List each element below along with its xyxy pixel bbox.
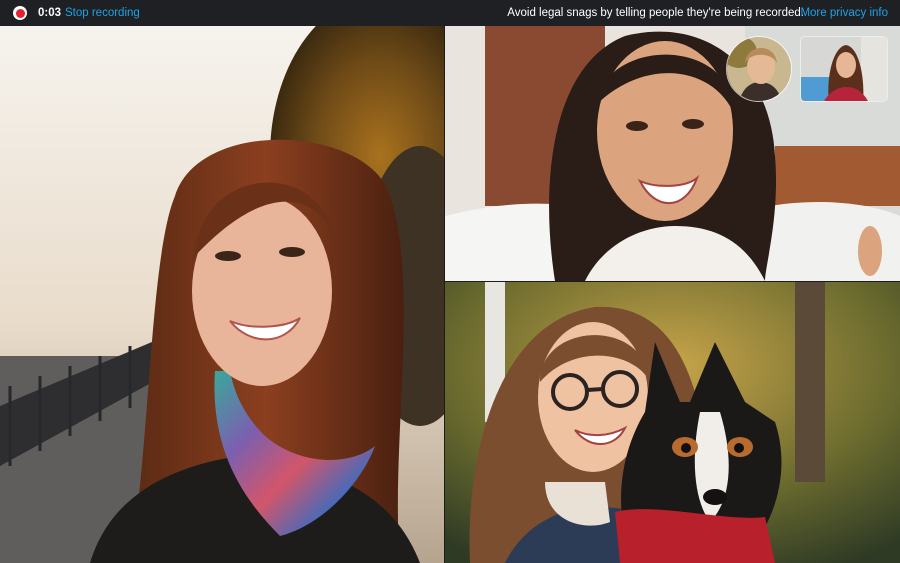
- participant-thumbnail-round-feed: [727, 37, 791, 101]
- participant-thumbnail-rect-feed: [801, 37, 887, 101]
- more-privacy-info-link[interactable]: More privacy info: [800, 7, 888, 19]
- participant-video-bottom-right[interactable]: [445, 282, 900, 563]
- recording-timer: 0:03: [38, 7, 62, 19]
- recording-bar: 0:03 Stop recording Avoid legal snags by…: [0, 0, 900, 26]
- participant-thumbnail-rect[interactable]: [800, 36, 888, 102]
- participant-video-main-feed: [0, 26, 444, 563]
- recording-indicator-icon: [13, 6, 27, 20]
- participant-video-main[interactable]: [0, 26, 444, 563]
- recording-privacy-notice: Avoid legal snags by telling people they…: [507, 7, 804, 19]
- participant-video-bottom-right-feed: [445, 282, 900, 563]
- participant-thumbnail-round[interactable]: [726, 36, 792, 102]
- stop-recording-link[interactable]: Stop recording: [65, 7, 140, 19]
